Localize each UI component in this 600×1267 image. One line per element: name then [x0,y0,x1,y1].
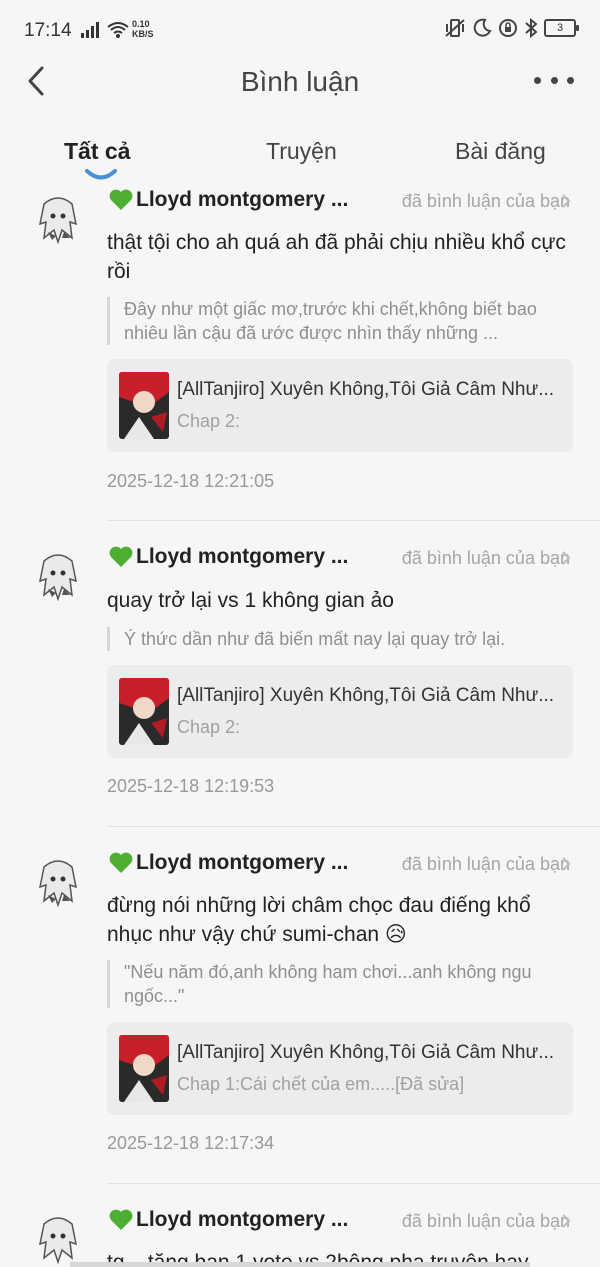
status-icons: 3 [444,18,579,38]
more-options-icon[interactable] [534,70,574,90]
comment-action: đã bình luận của bạn [401,1211,570,1231]
book-cover [119,372,169,439]
green-heart-icon [109,189,133,210]
avatar[interactable] [36,1214,80,1264]
green-heart-icon [109,546,133,567]
comment-timestamp: 2025-12-18 12:19:53 [107,776,275,796]
network-speed-unit: KB/S [132,29,154,39]
comment-text: quay trở lại vs 1 không gian ảo [107,589,394,612]
tab-all[interactable]: Tất cả [64,138,130,165]
moon-icon [473,18,492,37]
chevron-right-icon[interactable] [560,549,572,567]
comment-timestamp: 2025-12-18 12:17:34 [107,1133,275,1153]
book-cover [119,678,169,745]
green-heart-icon [109,1209,133,1230]
page-title: Bình luận [240,66,360,97]
divider [107,826,600,827]
avatar[interactable] [36,194,80,244]
tab-indicator [85,169,117,180]
tab-posts[interactable]: Bài đăng [455,138,546,165]
username[interactable]: Lloyd montgomery ... [136,188,348,212]
comment-timestamp: 2025-12-18 12:21:05 [107,471,275,491]
story-card[interactable]: [AllTanjiro] Xuyên Không,Tôi Giả Câm Như… [107,1022,573,1115]
username[interactable]: Lloyd montgomery ... [136,545,348,569]
chapter-label: Chap 2: [177,717,241,737]
status-bar: 17:14 0.10 KB/S 3 [0,0,600,62]
avatar[interactable] [36,551,80,601]
story-title: [AllTanjiro] Xuyên Không,Tôi Giả Câm Như… [177,685,555,706]
username[interactable]: Lloyd montgomery ... [136,1208,348,1232]
divider [107,1183,600,1184]
tab-stories[interactable]: Truyện [266,138,337,165]
divider [107,520,600,521]
chapter-label: Chap 1:Cái chết của em.....[Đã sửa] [177,1074,465,1094]
chevron-right-icon[interactable] [560,855,572,873]
battery-icon: 3 [544,19,579,37]
quoted-text: "Nếu năm đó,anh không ham chơi...anh khô… [107,960,574,1008]
network-speed: 0.10 KB/S [132,19,154,39]
story-title: [AllTanjiro] Xuyên Không,Tôi Giả Câm Như… [177,379,555,400]
status-time: 17:14 [24,20,72,41]
story-card[interactable]: [AllTanjiro] Xuyên Không,Tôi Giả Câm Như… [107,359,573,452]
wifi-icon [107,22,129,38]
comment-action: đã bình luận của bạn [401,854,570,874]
lock-rotation-icon [499,19,517,37]
book-cover [119,1035,169,1102]
comment-text: thật tội cho ah quá ah đã phải chịu nhiề… [107,231,566,283]
home-indicator[interactable] [70,1262,530,1267]
signal-icon [81,22,99,38]
chevron-right-icon[interactable] [560,1212,572,1230]
network-speed-value: 0.10 [132,19,150,29]
quoted-text: Ý thức dần như đã biến mất nay lại quay … [107,627,574,651]
story-title: [AllTanjiro] Xuyên Không,Tôi Giả Câm Như… [177,1042,555,1063]
comment-action: đã bình luận của bạn [401,548,570,568]
quoted-text: Đây như một giấc mơ,trước khi chết,không… [107,297,574,345]
username[interactable]: Lloyd montgomery ... [136,851,348,875]
vibrate-icon [445,19,465,37]
chevron-right-icon[interactable] [560,192,572,210]
chapter-label: Chap 2: [177,411,241,431]
comment-text: đừng nói những lời châm chọc đau điếng k… [107,894,531,946]
avatar[interactable] [36,857,80,907]
green-heart-icon [109,852,133,873]
comment-action: đã bình luận của bạn [401,191,570,211]
bluetooth-icon [525,18,538,38]
story-card[interactable]: [AllTanjiro] Xuyên Không,Tôi Giả Câm Như… [107,665,573,758]
